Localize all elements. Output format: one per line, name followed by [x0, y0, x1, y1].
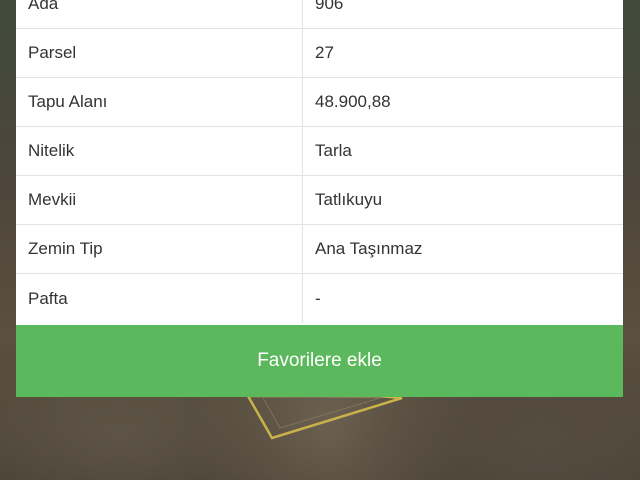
row-label-nitelik: Nitelik — [16, 127, 303, 175]
row-value-zemin-tip: Ana Taşınmaz — [315, 239, 423, 258]
row-label-parsel: Parsel — [16, 29, 303, 77]
row-label-mevkii: Mevkii — [16, 176, 303, 224]
row-label-zemin-tip: Zemin Tip — [16, 225, 303, 273]
add-to-favorites-button[interactable]: Favorilere ekle — [16, 325, 623, 397]
row-value-pafta: - — [315, 288, 321, 308]
row-value-tapu-alani: 48.900,88 — [315, 92, 391, 111]
parcel-boundary — [245, 394, 403, 440]
table-row: Ada 906 — [16, 0, 623, 29]
row-label-pafta: Pafta — [16, 274, 303, 323]
row-label-ada: Ada — [16, 0, 303, 28]
table-row: Parsel 27 — [16, 29, 623, 78]
row-label-tapu-alani: Tapu Alanı — [16, 78, 303, 126]
table-row: Tapu Alanı 48.900,88 — [16, 78, 623, 127]
table-row: Nitelik Tarla — [16, 127, 623, 176]
row-value-ada: 906 — [315, 0, 344, 13]
table-row: Mevkii Tatlıkuyu — [16, 176, 623, 225]
table-row: Zemin Tip Ana Taşınmaz — [16, 225, 623, 274]
row-value-parsel: 27 — [315, 43, 334, 62]
row-value-nitelik: Tarla — [315, 141, 352, 160]
parcel-details-table: Ada 906 Parsel 27 Tapu Alanı 48.900,88 N… — [16, 0, 623, 323]
table-row: Pafta - — [16, 274, 623, 323]
row-value-mevkii: Tatlıkuyu — [315, 190, 383, 209]
